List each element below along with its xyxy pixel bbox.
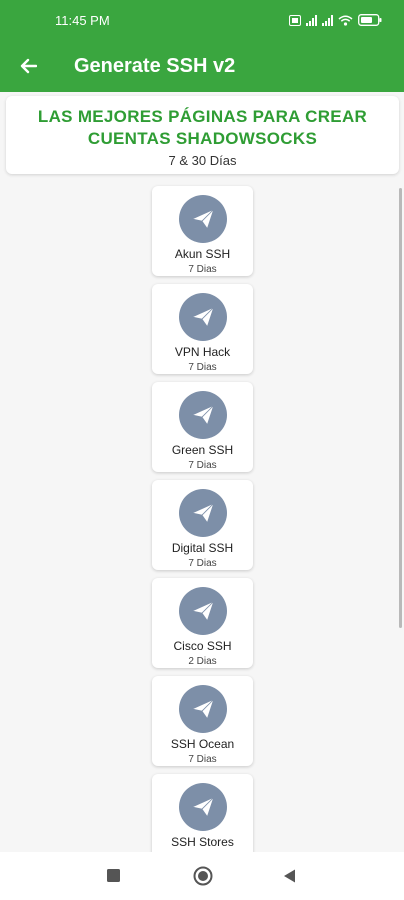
send-icon [178,587,227,635]
home-button[interactable] [193,866,213,891]
scrollbar-thumb[interactable] [399,188,402,628]
header-title: LAS MEJORES PÁGINAS PARA CREAR CUENTAS S… [6,106,399,150]
wifi-icon [338,15,353,26]
item-name: Green SSH [171,443,234,457]
battery-icon [358,14,382,26]
nav-back-button[interactable] [283,869,296,888]
list-item[interactable]: SSH Stores [152,774,253,852]
item-days: 7 Dias [188,558,217,569]
item-name: VPN Hack [174,345,231,359]
signal-icon [322,14,333,26]
send-icon [178,685,227,733]
app-bar: 11:45 PM Generate SSH v2 [0,0,404,92]
sim-icon [289,14,301,26]
item-name: SSH Ocean [170,737,235,751]
recents-square-icon [107,869,120,882]
toolbar: Generate SSH v2 [0,40,404,92]
arrow-back-icon [20,58,37,74]
back-button[interactable] [0,40,56,92]
item-days: 2 Dias [188,656,217,667]
item-days: 7 Dias [188,362,217,373]
toolbar-title: Generate SSH v2 [74,54,236,77]
system-nav-bar [0,852,404,900]
list-item[interactable]: VPN Hack 7 Dias [152,284,253,374]
item-days: 7 Dias [188,754,217,765]
header-subtitle: 7 & 30 Días [168,153,237,168]
list-item[interactable]: Cisco SSH 2 Dias [152,578,253,668]
item-name: SSH Stores [171,835,234,849]
back-triangle-icon [284,869,295,883]
home-circle-icon [193,866,213,886]
list-item[interactable]: Green SSH 7 Dias [152,382,253,472]
send-icon [178,391,227,439]
send-icon [178,195,227,243]
recents-button[interactable] [107,869,120,887]
send-icon [178,293,227,341]
status-bar: 11:45 PM [0,0,404,40]
item-name: Akun SSH [174,247,231,261]
send-icon [178,489,227,537]
status-time: 11:45 PM [55,12,110,28]
header-card: LAS MEJORES PÁGINAS PARA CREAR CUENTAS S… [6,96,399,174]
status-icons [289,14,382,26]
header-title-line2: CUENTAS SHADOWSOCKS [87,129,318,148]
site-list[interactable]: Akun SSH 7 Dias VPN Hack 7 Dias Green SS… [0,182,404,852]
header-title-line1: LAS MEJORES PÁGINAS PARA CREAR [37,107,368,126]
send-icon [178,783,227,831]
list-item[interactable]: Digital SSH 7 Dias [152,480,253,570]
item-days: 7 Dias [188,264,217,275]
item-days: 7 Dias [188,460,217,471]
item-name: Cisco SSH [173,639,232,653]
item-name: Digital SSH [171,541,234,555]
list-item[interactable]: SSH Ocean 7 Dias [152,676,253,766]
signal-icon [306,14,317,26]
list-item[interactable]: Akun SSH 7 Dias [152,186,253,276]
